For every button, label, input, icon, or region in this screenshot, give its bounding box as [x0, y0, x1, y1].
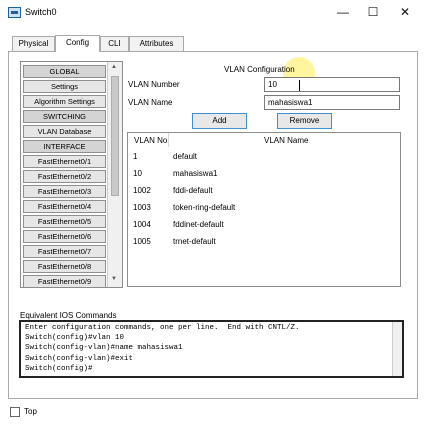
console-line: Enter configuration commands, one per li… — [25, 324, 300, 332]
vlan-name-label: VLAN Name — [128, 98, 173, 107]
vlan-name-cell: fddinet-default — [173, 220, 224, 229]
vlan-no-cell: 1004 — [133, 220, 151, 229]
nav-switching-header: SWITCHING — [23, 110, 106, 123]
nav-settings[interactable]: Settings — [23, 80, 106, 93]
console-line: Switch(config)# — [25, 364, 93, 373]
vlan-config-title: VLAN Configuration — [224, 65, 295, 74]
vlan-no-cell: 1 — [133, 152, 138, 161]
maximize-button[interactable]: ☐ — [360, 3, 386, 21]
nav-fastethernet0-3[interactable]: FastEthernet0/3 — [23, 185, 106, 198]
settings-nav: GLOBAL Settings Algorithm Settings SWITC… — [20, 61, 123, 288]
console-scrollbar[interactable] — [392, 322, 402, 376]
nav-algorithm-settings[interactable]: Algorithm Settings — [23, 95, 106, 108]
top-checkbox[interactable] — [10, 407, 20, 417]
table-row[interactable]: 10 mahasiswa1 — [133, 169, 383, 183]
vlan-no-cell: 1002 — [133, 186, 151, 195]
nav-scrollbar[interactable]: ▲ ▼ — [107, 62, 122, 287]
vlan-name-cell: default — [173, 152, 198, 161]
vlan-name-input[interactable]: mahasiswa1 — [264, 95, 400, 110]
remove-vlan-button[interactable]: Remove — [277, 113, 332, 129]
nav-fastethernet0-4[interactable]: FastEthernet0/4 — [23, 200, 106, 213]
top-label: Top — [24, 407, 37, 416]
nav-fastethernet0-9[interactable]: FastEthernet0/9 — [23, 275, 106, 287]
nav-fastethernet0-5[interactable]: FastEthernet0/5 — [23, 215, 106, 228]
vlan-number-label: VLAN Number — [128, 80, 180, 89]
nav-fastethernet0-7[interactable]: FastEthernet0/7 — [23, 245, 106, 258]
console-line: Switch(config-vlan)#exit — [25, 354, 134, 363]
nav-interface-header: INTERFACE — [23, 140, 106, 153]
tab-bar: Physical Config CLI Attributes — [12, 35, 187, 52]
vlan-no-header: VLAN No — [134, 136, 168, 145]
tab-cli[interactable]: CLI — [100, 36, 129, 51]
vlan-no-cell: 10 — [133, 169, 142, 178]
window-title: Switch0 — [25, 7, 57, 17]
vlan-no-cell: 1005 — [133, 237, 151, 246]
table-row[interactable]: 1005 trnet-default — [133, 237, 383, 251]
vlan-name-header: VLAN Name — [264, 136, 309, 145]
vlan-number-input[interactable]: 10 — [264, 77, 400, 92]
nav-global-header: GLOBAL — [23, 65, 106, 78]
console-line: Switch(config-vlan)#name mahasiswa1 — [25, 344, 183, 353]
nav-scroll-thumb[interactable] — [111, 76, 119, 196]
nav-vlan-database[interactable]: VLAN Database — [23, 125, 106, 138]
ios-commands-label: Equivalent IOS Commands — [20, 311, 117, 320]
vlan-table: VLAN No VLAN Name 1 default 10 mahasiswa… — [127, 132, 401, 287]
table-row[interactable]: 1 default — [133, 152, 383, 166]
vlan-name-cell: token-ring-default — [173, 203, 236, 212]
nav-fastethernet0-6[interactable]: FastEthernet0/6 — [23, 230, 106, 243]
text-cursor-icon — [299, 80, 301, 91]
table-row[interactable]: 1004 fddinet-default — [133, 220, 383, 234]
close-button[interactable]: ✕ — [392, 3, 418, 21]
nav-fastethernet0-1[interactable]: FastEthernet0/1 — [23, 155, 106, 168]
switch-icon — [8, 7, 21, 18]
table-row[interactable]: 1002 fddi-default — [133, 186, 383, 200]
ios-console[interactable]: Enter configuration commands, one per li… — [19, 320, 404, 378]
tab-physical[interactable]: Physical — [12, 36, 55, 51]
vlan-name-cell: fddi-default — [173, 186, 213, 195]
table-row[interactable]: 1003 token-ring-default — [133, 203, 383, 217]
config-panel: GLOBAL Settings Algorithm Settings SWITC… — [8, 51, 418, 399]
title-bar: Switch0 — ☐ ✕ — [0, 0, 426, 26]
minimize-button[interactable]: — — [330, 3, 356, 21]
nav-fastethernet0-2[interactable]: FastEthernet0/2 — [23, 170, 106, 183]
tab-config[interactable]: Config — [55, 35, 100, 52]
add-vlan-button[interactable]: Add — [192, 113, 247, 129]
scroll-up-icon[interactable]: ▲ — [111, 64, 117, 70]
vlan-name-cell: trnet-default — [173, 237, 216, 246]
column-divider — [168, 133, 169, 147]
scroll-down-icon[interactable]: ▼ — [111, 276, 117, 282]
vlan-name-cell: mahasiswa1 — [173, 169, 218, 178]
tab-attributes[interactable]: Attributes — [129, 36, 184, 51]
nav-fastethernet0-8[interactable]: FastEthernet0/8 — [23, 260, 106, 273]
vlan-no-cell: 1003 — [133, 203, 151, 212]
console-line: Switch(config)#vlan 10 — [25, 334, 125, 343]
